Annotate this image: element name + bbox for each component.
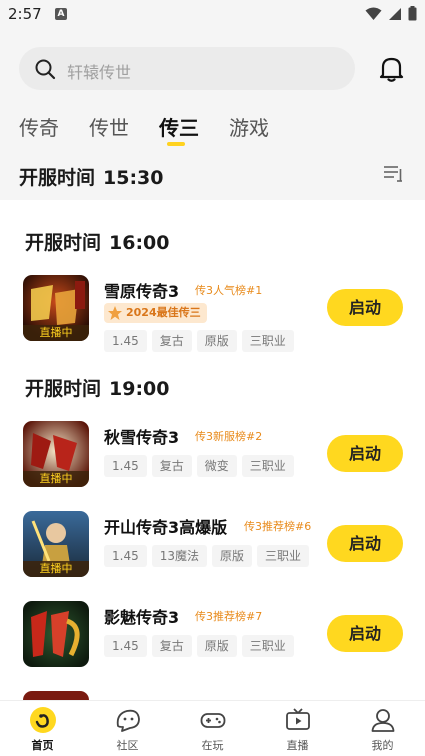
live-badge: 直播中 [23, 561, 89, 577]
tag-style: 复古 [151, 455, 192, 477]
status-bar: 2:57 A [0, 0, 425, 30]
game-item-qiuxue[interactable]: 直播中 秋雪传奇3 传3新服榜#2 1.45 复古 微变 三职业 启动 [23, 421, 403, 491]
game-icon-qiuxue: 直播中 [23, 421, 89, 487]
tag-type: 原版 [196, 330, 237, 352]
game-name: 影魅传奇3 [104, 608, 180, 627]
game-icon-partial [23, 691, 89, 700]
rank-label: 传3人气榜#1 [195, 284, 263, 297]
game-name: 秋雪传奇3 [104, 428, 180, 447]
tag-style: 复古 [151, 330, 192, 352]
rank-label: 传3推荐榜#6 [244, 520, 312, 533]
game-icon-xueyuan: 直播中 [23, 275, 89, 341]
tag-version: 1.45 [104, 455, 147, 477]
tag-type: 微变 [196, 455, 237, 477]
live-tv-icon [285, 708, 310, 730]
rank-label: 传3推荐榜#7 [195, 610, 263, 623]
section-title-1600: 开服时间 16:00 [25, 228, 170, 255]
tab-youxi[interactable]: 游戏 [229, 112, 269, 144]
tag-version: 1.45 [104, 635, 147, 657]
award-text: 2024最佳传三 [126, 306, 201, 319]
category-tabs: 传奇 传世 传三 游戏 [19, 112, 299, 146]
nav-playing[interactable]: 在玩 [170, 701, 255, 756]
nav-live[interactable]: 直播 [255, 701, 340, 756]
start-button[interactable]: 启动 [327, 615, 403, 652]
game-item-kaishan[interactable]: 直播中 开山传奇3高爆版 传3推荐榜#6 1.45 13魔法 原版 三职业 启动 [23, 511, 403, 581]
status-icons [365, 6, 417, 21]
section-label: 开服时间 [25, 232, 102, 254]
sort-list-icon[interactable] [383, 165, 403, 183]
nav-profile[interactable]: 我的 [340, 701, 425, 756]
nav-label-home: 首页 [31, 739, 54, 752]
nav-home[interactable]: 首页 [0, 701, 85, 756]
community-icon [116, 709, 140, 732]
section-title-1900: 开服时间 19:00 [25, 374, 170, 401]
tag-type: 原版 [212, 545, 253, 567]
game-icon-kaishan: 直播中 [23, 511, 89, 577]
game-item-xueyuan[interactable]: 直播中 雪原传奇3 传3人气榜#1 2024最佳传三 1.45 复古 原版 三职… [23, 275, 403, 352]
star-medal-icon [108, 306, 122, 320]
tag-version: 1.45 [104, 330, 147, 352]
live-badge: 直播中 [23, 325, 89, 341]
tag-class: 三职业 [241, 330, 294, 352]
live-badge: 直播中 [23, 471, 89, 487]
game-item-yingmei[interactable]: 影魅传奇3 传3推荐榜#7 1.45 复古 原版 三职业 启动 [23, 601, 403, 671]
start-button[interactable]: 启动 [327, 435, 403, 472]
home-icon [29, 707, 56, 733]
section-label: 开服时间 [25, 378, 102, 400]
tab-chuanqi[interactable]: 传奇 [19, 112, 59, 144]
tag-class: 三职业 [241, 455, 294, 477]
bell-icon[interactable] [378, 55, 405, 82]
tag-list: 1.45 复古 原版 三职业 [104, 330, 294, 352]
tag-style: 复古 [151, 635, 192, 657]
nav-label-profile: 我的 [371, 739, 394, 752]
current-server-time: 开服时间 15:30 [19, 163, 164, 190]
profile-icon [371, 709, 394, 732]
tag-magic: 13魔法 [151, 545, 207, 567]
search-placeholder: 轩辕传世 [67, 63, 132, 82]
rank-label: 传3新服榜#2 [195, 430, 263, 443]
time-value: 15:30 [103, 167, 164, 189]
start-button[interactable]: 启动 [327, 525, 403, 562]
battery-icon [408, 6, 417, 21]
search-input[interactable]: 轩辕传世 [19, 47, 355, 90]
game-name: 雪原传奇3 [104, 282, 180, 301]
start-button[interactable]: 启动 [327, 289, 403, 326]
tab-chuanshi[interactable]: 传世 [89, 112, 129, 144]
nav-label-live: 直播 [286, 739, 309, 752]
game-icon-yingmei [23, 601, 89, 667]
nav-community[interactable]: 社区 [85, 701, 170, 756]
bottom-navigation: 首页 社区 在玩 直播 我的 [0, 700, 425, 756]
tag-version: 1.45 [104, 545, 147, 567]
signal-icon [389, 7, 401, 20]
tag-list: 1.45 复古 微变 三职业 [104, 455, 294, 477]
section-time: 19:00 [109, 378, 170, 400]
tag-list: 1.45 复古 原版 三职业 [104, 635, 294, 657]
nav-label-playing: 在玩 [201, 739, 224, 752]
award-badge: 2024最佳传三 [104, 303, 207, 323]
search-icon [35, 59, 56, 80]
game-name: 开山传奇3高爆版 [104, 518, 228, 537]
tab-chuansan[interactable]: 传三 [159, 112, 199, 146]
nav-label-community: 社区 [116, 739, 139, 752]
wifi-icon [365, 7, 382, 20]
tag-class: 三职业 [241, 635, 294, 657]
section-time: 16:00 [109, 232, 170, 254]
status-time: 2:57 [8, 5, 42, 23]
time-label: 开服时间 [19, 167, 96, 189]
tag-list: 1.45 13魔法 原版 三职业 [104, 545, 310, 567]
gamepad-icon [200, 713, 225, 728]
notification-icon: A [55, 8, 67, 20]
tag-type: 原版 [196, 635, 237, 657]
tag-class: 三职业 [257, 545, 310, 567]
